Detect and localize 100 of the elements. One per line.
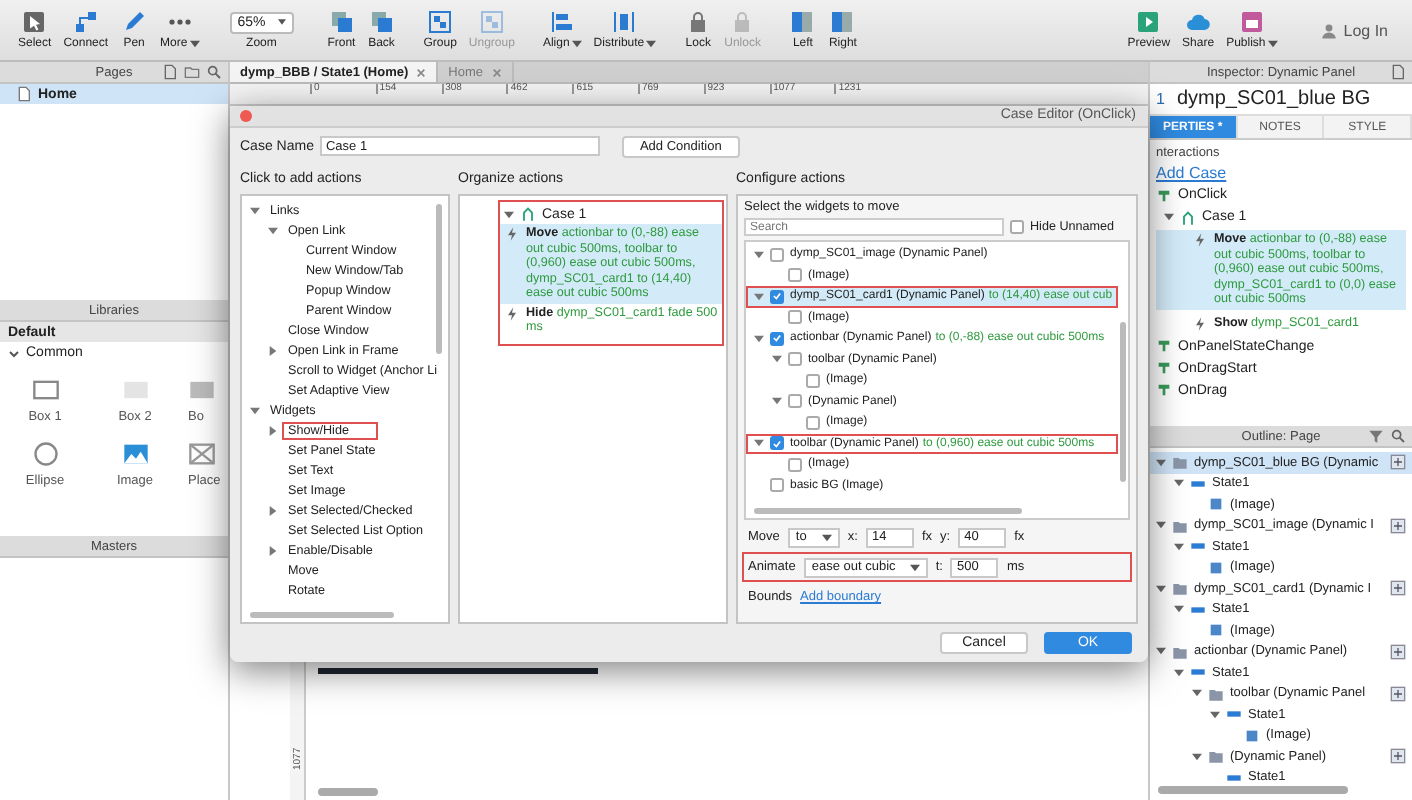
triangle-icon[interactable] [1174, 604, 1184, 615]
state-icon [1190, 538, 1206, 555]
close-button[interactable] [240, 110, 252, 122]
triangle-icon[interactable] [1210, 709, 1220, 720]
checkbox[interactable] [806, 415, 820, 430]
checkbox[interactable] [770, 331, 784, 346]
triangle-icon[interactable] [1156, 520, 1166, 531]
scrollbar[interactable] [250, 612, 395, 618]
triangle-icon[interactable] [1156, 457, 1166, 468]
plus-box-icon [1390, 748, 1406, 765]
group-icon [479, 10, 504, 34]
triangle-icon[interactable] [754, 438, 764, 449]
scrollbar[interactable] [754, 508, 1022, 514]
panel-icon [1172, 643, 1188, 660]
filter-icon[interactable] [1368, 428, 1384, 444]
checkbox[interactable] [788, 394, 802, 409]
checkbox[interactable] [770, 289, 784, 304]
layers-icon [369, 10, 394, 34]
triangle-icon[interactable] [772, 354, 782, 365]
panel-icon [1208, 748, 1224, 765]
triangle-icon[interactable] [1192, 751, 1202, 762]
state-icon [1226, 769, 1242, 784]
panel-icon [1172, 454, 1188, 471]
scrollbar[interactable] [1120, 322, 1126, 482]
caret-icon [277, 18, 286, 26]
lock-icon [730, 10, 755, 34]
pen-icon [122, 10, 147, 34]
connector-icon [73, 10, 98, 34]
state-icon [1190, 664, 1206, 681]
checkbox[interactable] [788, 268, 802, 283]
scrollbar[interactable] [436, 204, 442, 354]
box-icon [121, 376, 149, 404]
triangle-icon[interactable] [754, 333, 764, 344]
caret-icon [909, 563, 920, 571]
close-icon [416, 67, 427, 77]
image-icon [1208, 496, 1224, 513]
lightning-icon [504, 305, 520, 322]
triangle-icon[interactable] [1174, 541, 1184, 552]
panel-icon [1172, 580, 1188, 597]
triangle-icon[interactable] [1174, 667, 1184, 678]
triangle-icon[interactable] [1156, 583, 1166, 594]
add-case-link[interactable]: Add Case [1156, 164, 1406, 182]
checkbox[interactable] [770, 247, 784, 262]
triangle-icon[interactable] [772, 396, 782, 407]
checkbox[interactable] [788, 352, 802, 367]
checkbox[interactable] [770, 436, 784, 451]
triangle-icon[interactable] [1156, 646, 1166, 657]
lightning-icon [1192, 232, 1208, 248]
panel-icon [830, 10, 855, 34]
distribute-icon [612, 10, 637, 34]
triangle-icon[interactable] [250, 205, 260, 215]
login-button[interactable]: Log In [1307, 19, 1400, 41]
caret-icon [821, 533, 832, 541]
state-icon [1190, 475, 1206, 492]
triangle-icon[interactable] [754, 249, 764, 260]
checkbox[interactable] [806, 373, 820, 388]
triangle-icon[interactable] [754, 291, 764, 302]
panel-icon [1208, 685, 1224, 702]
plus-box-icon [1390, 517, 1406, 534]
triangle-icon[interactable] [1164, 212, 1174, 222]
plus-box-icon [1390, 580, 1406, 597]
triangle-icon[interactable] [268, 345, 278, 355]
triangle-icon[interactable] [504, 209, 514, 219]
panel-icon [790, 10, 815, 34]
triangle-icon[interactable] [268, 425, 278, 435]
folder-icon [184, 64, 200, 80]
triangle-icon[interactable] [268, 545, 278, 555]
checkbox[interactable] [770, 478, 784, 493]
triangle-icon[interactable] [1192, 688, 1202, 699]
user-icon [1319, 21, 1338, 39]
triangle-icon[interactable] [268, 505, 278, 515]
plus-box-icon [1390, 685, 1406, 702]
scrollbar[interactable] [1158, 786, 1348, 794]
image-icon [1208, 622, 1224, 639]
widget-name: dymp_SC01_blue BG [1176, 88, 1371, 110]
checkbox[interactable] [788, 310, 802, 325]
triangle-icon[interactable] [1174, 478, 1184, 489]
state-icon [1190, 601, 1206, 618]
cloud-icon [1186, 10, 1211, 34]
widget-index: 1 [1156, 90, 1165, 108]
triangle-icon[interactable] [250, 405, 260, 415]
image-icon [1208, 559, 1224, 576]
checkbox[interactable] [788, 457, 802, 472]
circle-icon [31, 440, 59, 468]
checkbox[interactable] [1010, 220, 1024, 234]
state-icon [1226, 706, 1242, 723]
placeholder-icon [188, 440, 216, 468]
panel-icon [1172, 517, 1188, 534]
image-icon [121, 440, 149, 468]
scrollbar[interactable] [318, 788, 378, 796]
close-icon [491, 67, 501, 77]
align-icon [550, 10, 575, 34]
play-icon [1136, 10, 1161, 34]
search-icon [1390, 428, 1406, 444]
case-icon [520, 206, 536, 222]
plus-box-icon [1390, 454, 1406, 471]
image-icon [1244, 727, 1260, 744]
triangle-icon[interactable] [268, 225, 278, 235]
case-icon [1180, 209, 1196, 225]
pointer-icon [22, 10, 47, 34]
